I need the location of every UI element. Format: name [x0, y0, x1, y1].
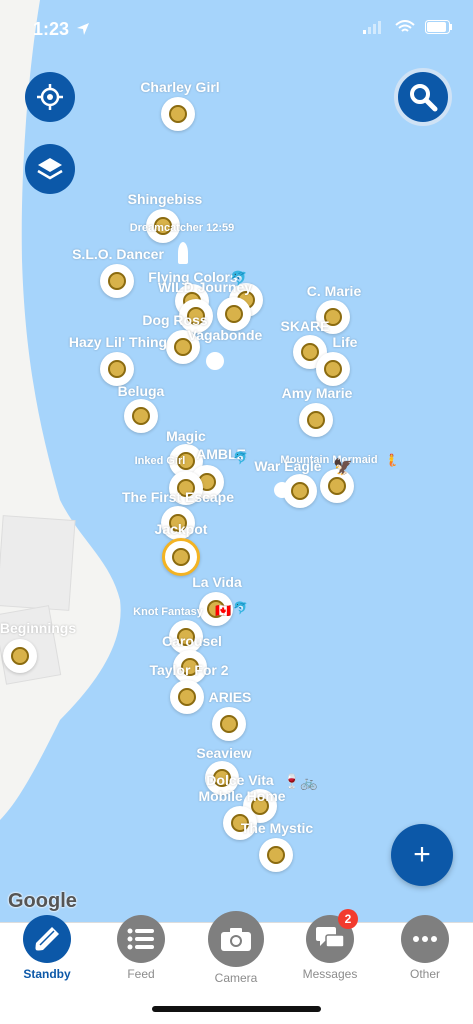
vessel-label[interactable]: SKARE [280, 318, 329, 334]
boat-icon [23, 915, 71, 963]
vessel-label[interactable]: Life [333, 334, 358, 350]
vessel-pin[interactable] [124, 399, 158, 433]
vessel-label[interactable]: Inked Girl [135, 455, 186, 467]
tab-camera[interactable]: Camera [189, 911, 283, 993]
tab-label: Messages [302, 967, 358, 981]
vessel-pin[interactable] [100, 352, 134, 386]
more-icon [401, 915, 449, 963]
vessel-label[interactable]: Seaview [196, 745, 251, 761]
vessel-label[interactable]: Charley Girl [140, 79, 219, 95]
add-button[interactable]: + [391, 824, 453, 886]
tab-feed[interactable]: Feed [94, 915, 188, 993]
tab-messages[interactable]: 2 Messages [283, 909, 377, 993]
vessel-label[interactable]: Dog Ross [142, 312, 207, 328]
vessel-label[interactable]: Magic [166, 428, 206, 444]
wifi-icon [395, 20, 415, 32]
layers-icon [37, 158, 63, 180]
dolphin-icon: 🐬 [230, 270, 248, 286]
status-time: 1:23 [33, 19, 70, 39]
vessel-pin[interactable] [217, 297, 251, 331]
vessel-label[interactable]: Hazy Lil' Thing [69, 334, 167, 350]
vessel-label[interactable]: S.L.O. Dancer [72, 246, 164, 262]
tab-label: Standby [23, 967, 71, 981]
layers-button[interactable] [25, 144, 75, 194]
vessel-label[interactable]: Dreamcatcher 12:59 [130, 222, 235, 234]
vessel-pin[interactable] [212, 707, 246, 741]
vessel-label[interactable]: War Eagle [254, 458, 321, 474]
vessel-label[interactable]: C. Marie [307, 283, 361, 299]
tab-label: Camera [214, 971, 258, 985]
vessel-pin[interactable] [299, 403, 333, 437]
status-bar: 1:23 [0, 0, 473, 60]
vessel-pin[interactable] [259, 838, 293, 872]
locate-button[interactable] [25, 72, 75, 122]
google-logo: Google [8, 890, 77, 912]
search-icon [410, 84, 438, 112]
vessel-label[interactable]: Beginnings [0, 620, 76, 636]
sailboat-marker [178, 242, 188, 264]
home-indicator [152, 1006, 321, 1012]
vessel-label[interactable]: The Mystic [241, 820, 313, 836]
canada-flag-icon: 🇨🇦 [215, 603, 232, 618]
plus-icon: + [413, 838, 431, 871]
messages-badge: 2 [338, 909, 358, 929]
tab-label: Other [409, 967, 440, 981]
vessel-label[interactable]: Taylor For 2 [149, 662, 228, 678]
map-view[interactable]: 1:23 Charley Girl Shingebiss Dreamcatche… [0, 0, 473, 922]
vessel-label[interactable]: ARIES [209, 689, 252, 705]
list-icon [117, 915, 165, 963]
vessel-label[interactable]: Knot Fantasy [133, 606, 203, 618]
vessel-label[interactable]: The First Escape [122, 489, 234, 505]
location-arrow-icon [77, 23, 89, 35]
map-dot [274, 482, 290, 498]
vessel-pin[interactable] [3, 639, 37, 673]
tab-other[interactable]: Other [378, 915, 472, 993]
vessel-label[interactable]: Mobile Home [198, 788, 285, 804]
chat-icon: 2 [306, 909, 358, 963]
vessel-pin[interactable] [316, 352, 350, 386]
vessel-pin[interactable] [170, 680, 204, 714]
vessel-label[interactable]: Shingebiss [128, 191, 203, 207]
vessel-label[interactable]: Beluga [118, 383, 165, 399]
vessel-label[interactable]: Carousel [162, 633, 222, 649]
vessel-label[interactable]: Jackpot [155, 521, 208, 537]
vessel-label[interactable]: Dolce Vita [206, 772, 273, 788]
mermaid-icon: 🧜 [384, 453, 399, 467]
vessel-pin[interactable] [100, 264, 134, 298]
search-button[interactable] [394, 68, 452, 126]
vessel-pin[interactable] [161, 97, 195, 131]
dolphin-icon: 🐬 [233, 601, 248, 615]
battery-icon [425, 20, 452, 34]
vessel-label[interactable]: La Vida [192, 574, 242, 590]
wine-glass-icon: 🍷 [283, 773, 301, 789]
tab-bar: Standby Feed Camera 2 Messages Other [0, 909, 473, 1024]
vessel-label[interactable]: Vagabonde [188, 327, 263, 343]
crosshair-icon [37, 84, 63, 110]
camera-icon [208, 911, 264, 967]
bicycle-icon: 🚲 [300, 774, 318, 790]
tab-standby[interactable]: Standby [0, 915, 94, 993]
dolphin-icon: 🐬 [233, 451, 248, 465]
selected-vessel-pin[interactable] [162, 538, 200, 576]
eagle-icon: 🦅 [333, 459, 353, 476]
tab-label: Feed [127, 967, 155, 981]
vessel-label[interactable]: Amy Marie [282, 385, 353, 401]
map-dot [206, 352, 224, 370]
cellular-signal-icon [363, 21, 381, 34]
